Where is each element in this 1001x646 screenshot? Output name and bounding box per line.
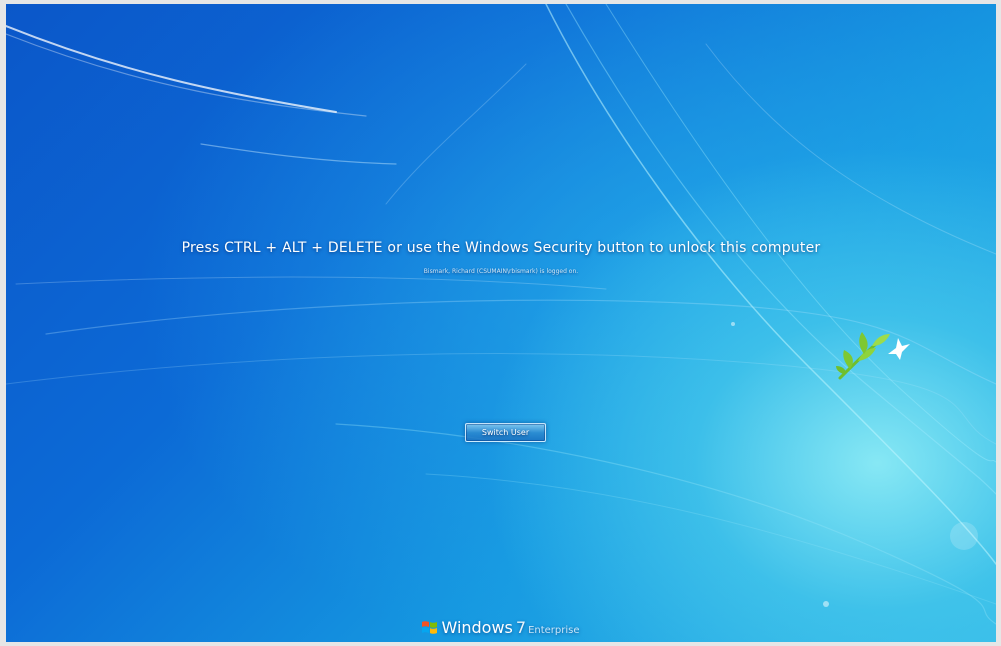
brand-version: 7 [515,618,527,637]
logged-on-user-text: Bismark, Richard (CSUMAIN\rbismark) is l… [423,268,579,275]
switch-user-button[interactable]: Switch User [465,423,546,442]
unlock-instruction-text: Press CTRL + ALT + DELETE or use the Win… [181,240,821,256]
windows-flag-icon [422,621,438,634]
brand-edition: Enterprise [528,625,580,636]
brand-name: Windows [441,618,513,637]
lock-screen: Press CTRL + ALT + DELETE or use the Win… [6,4,996,642]
bird-on-branch-icon [836,332,910,380]
windows-branding: Windows 7 Enterprise [6,618,996,637]
